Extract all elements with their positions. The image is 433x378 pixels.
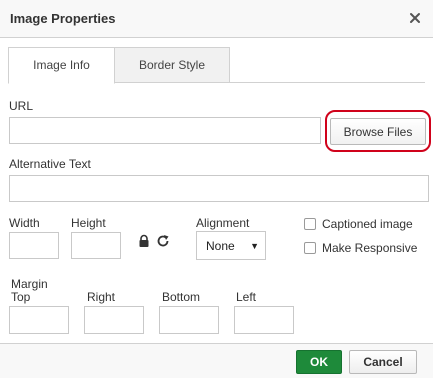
image-properties-dialog: Image Properties Image Info Border Style…: [0, 0, 433, 378]
url-input[interactable]: [9, 117, 321, 144]
alignment-select[interactable]: None ▼: [196, 231, 266, 260]
dialog-titlebar: Image Properties: [0, 0, 433, 38]
margin-left-input[interactable]: [234, 306, 294, 334]
captioned-image-label: Captioned image: [322, 217, 413, 231]
margin-left-label: Left: [236, 290, 257, 304]
tab-image-info[interactable]: Image Info: [8, 47, 115, 84]
margin-top-label: Top: [11, 290, 31, 304]
height-input[interactable]: [71, 232, 121, 259]
reset-size-icon[interactable]: [156, 234, 170, 248]
url-label: URL: [9, 99, 34, 113]
margin-label: Margin: [11, 277, 48, 291]
margin-top-input[interactable]: [9, 306, 69, 334]
margin-bottom-label: Bottom: [162, 290, 201, 304]
dialog-title: Image Properties: [10, 11, 116, 26]
lock-icon[interactable]: [137, 234, 151, 248]
alt-text-label: Alternative Text: [9, 157, 91, 171]
chevron-down-icon: ▼: [250, 241, 259, 251]
tab-border-style[interactable]: Border Style: [115, 47, 230, 83]
browse-files-button[interactable]: Browse Files: [330, 118, 426, 145]
margin-right-label: Right: [87, 290, 116, 304]
tab-bar: Image Info Border Style: [8, 47, 425, 84]
cancel-button[interactable]: Cancel: [349, 350, 417, 374]
ok-button[interactable]: OK: [296, 350, 342, 374]
margin-right-input[interactable]: [84, 306, 144, 334]
alignment-selected-value: None: [206, 239, 235, 253]
height-label: Height: [71, 216, 106, 230]
alt-text-input[interactable]: [9, 175, 429, 202]
width-input[interactable]: [9, 232, 59, 259]
alignment-label: Alignment: [196, 216, 250, 230]
captioned-image-checkbox[interactable]: [304, 218, 316, 230]
close-icon[interactable]: [406, 9, 424, 27]
dialog-footer: OK Cancel: [0, 343, 433, 378]
margin-bottom-input[interactable]: [159, 306, 219, 334]
make-responsive-label: Make Responsive: [322, 241, 418, 255]
make-responsive-checkbox[interactable]: [304, 242, 316, 254]
width-label: Width: [9, 216, 40, 230]
